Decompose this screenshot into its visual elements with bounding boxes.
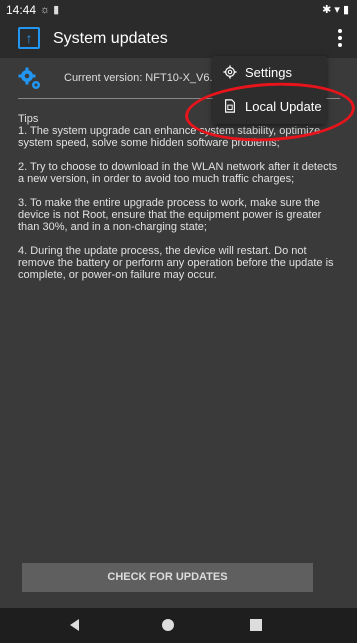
notification-icons: ☼ ▮ <box>40 4 60 16</box>
app-bar: ↑ System updates <box>0 20 357 58</box>
tip-item: 4. During the update process, the device… <box>18 245 334 281</box>
menu-item-label: Settings <box>245 65 292 80</box>
status-bar: 14:44 ☼ ▮ ✱ ▾ ▮ <box>0 0 357 20</box>
system-status-icons: ✱ ▾ ▮ <box>322 4 349 16</box>
tip-item: 3. To make the entire upgrade process to… <box>18 197 322 233</box>
tip-item: 2. Try to choose to download in the WLAN… <box>18 161 338 185</box>
tips-section: Tips 1. The system upgrade can enhance s… <box>18 113 340 293</box>
navigation-bar <box>0 608 357 643</box>
status-time: 14:44 <box>6 3 37 17</box>
home-icon[interactable] <box>162 619 174 631</box>
gears-icon <box>18 67 40 89</box>
gear-icon <box>223 65 237 79</box>
back-icon[interactable] <box>70 619 79 631</box>
system-update-icon: ↑ <box>18 27 40 49</box>
recent-apps-icon[interactable] <box>250 619 262 631</box>
check-for-updates-button[interactable]: CHECK FOR UPDATES <box>22 563 313 592</box>
page-title: System updates <box>53 30 168 47</box>
current-version-text: Current version: NFT10-X_V6.00 <box>64 72 225 84</box>
overflow-menu-icon[interactable] <box>330 26 350 52</box>
